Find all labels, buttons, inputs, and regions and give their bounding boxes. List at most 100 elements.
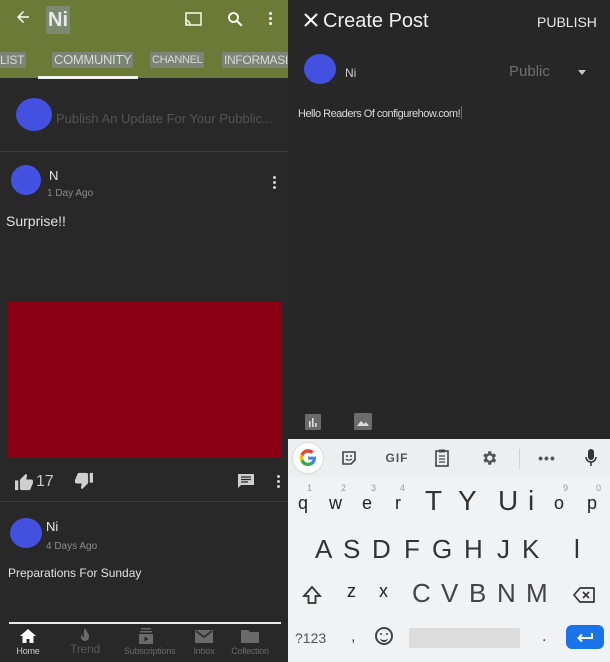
text-cursor xyxy=(461,106,463,119)
key-c[interactable]: C xyxy=(412,578,431,609)
tab-channel[interactable]: CHANNEL xyxy=(150,52,205,68)
avatar[interactable] xyxy=(10,518,42,548)
clipboard-icon xyxy=(435,449,449,467)
emoji-key[interactable] xyxy=(375,627,393,645)
post-text-input[interactable]: Hello Readers Of configurehow.com! xyxy=(298,106,463,120)
key-z[interactable]: z xyxy=(347,581,356,602)
key-f[interactable]: F xyxy=(404,534,420,565)
add-image-button[interactable] xyxy=(354,413,372,430)
nav-label: Home xyxy=(16,646,40,656)
key-hint: 1 xyxy=(307,483,313,493)
nav-subscriptions[interactable]: Subscriptions xyxy=(124,628,176,656)
thumbs-up-icon xyxy=(15,473,33,491)
add-poll-button[interactable] xyxy=(305,414,321,430)
key-g[interactable]: G xyxy=(432,534,452,565)
post-image[interactable] xyxy=(8,302,282,458)
key-hint: 3 xyxy=(371,483,377,493)
key-y[interactable]: Y xyxy=(458,485,477,517)
clipboard-button[interactable] xyxy=(434,446,450,470)
key-n[interactable]: N xyxy=(497,578,516,609)
nav-home[interactable]: Home xyxy=(10,628,46,656)
key-b[interactable]: B xyxy=(469,578,486,609)
sticker-button[interactable] xyxy=(340,446,358,470)
gif-button[interactable]: GIF xyxy=(383,446,411,470)
settings-button[interactable] xyxy=(479,446,499,470)
google-search-button[interactable] xyxy=(293,443,323,473)
post-author[interactable]: N xyxy=(49,168,58,183)
space-key[interactable] xyxy=(409,628,520,648)
nav-inbox[interactable]: Inbox xyxy=(193,628,215,656)
more-vert-icon[interactable] xyxy=(266,10,274,30)
image-icon xyxy=(357,421,369,426)
visibility-dropdown[interactable]: Public xyxy=(509,63,589,81)
search-icon xyxy=(228,12,243,27)
nav-label: Inbox xyxy=(193,646,215,656)
key-label: o xyxy=(554,493,565,513)
like-button[interactable]: 17 xyxy=(14,472,54,492)
comment-button[interactable] xyxy=(237,473,255,489)
avatar xyxy=(16,98,52,131)
nav-trend[interactable]: Trend xyxy=(62,628,108,656)
key-x[interactable]: x xyxy=(379,581,388,602)
key-s[interactable]: S xyxy=(343,534,360,565)
key-w[interactable]: w2 xyxy=(329,483,346,514)
key-j[interactable]: J xyxy=(497,534,510,565)
tab-community[interactable]: COMMUNITY xyxy=(52,52,134,68)
tab-list[interactable]: LIST xyxy=(0,52,27,68)
post-author[interactable]: Ni xyxy=(46,519,58,534)
key-k[interactable]: K xyxy=(522,534,539,565)
cast-button[interactable] xyxy=(184,12,202,26)
enter-key[interactable] xyxy=(566,625,604,649)
more-button[interactable]: ••• xyxy=(536,446,558,470)
post-text: Preparations For Sunday xyxy=(8,566,142,580)
comma-key[interactable]: , xyxy=(351,628,355,646)
publish-button[interactable]: PUBLISH xyxy=(537,14,597,30)
channel-title: Ni xyxy=(46,6,70,34)
nav-collection[interactable]: Collection xyxy=(224,628,276,656)
key-l[interactable]: l xyxy=(574,534,580,565)
avatar xyxy=(304,54,336,84)
dislike-button[interactable] xyxy=(74,472,96,492)
nav-label: Trend xyxy=(70,642,100,656)
post-menu-button[interactable] xyxy=(271,175,277,191)
period-key[interactable]: . xyxy=(542,628,546,646)
app-bar: Ni LIST COMMUNITY CHANNEL INFORMASI xyxy=(0,0,288,79)
key-h[interactable]: H xyxy=(464,534,483,565)
key-r[interactable]: r4 xyxy=(395,483,405,514)
tab-informasi[interactable]: INFORMASI xyxy=(222,52,288,68)
key-label: w xyxy=(329,493,342,513)
key-m[interactable]: M xyxy=(526,578,548,609)
key-a[interactable]: A xyxy=(315,534,332,565)
key-hint: 2 xyxy=(340,483,346,493)
key-p[interactable]: p0 xyxy=(587,483,601,514)
close-icon xyxy=(304,13,318,27)
back-button[interactable] xyxy=(12,8,34,32)
create-post-screen: Create Post PUBLISH Ni Public Hello Read… xyxy=(288,0,610,662)
post-actions: 17 xyxy=(0,468,288,496)
key-i[interactable]: i xyxy=(528,485,534,517)
close-button[interactable] xyxy=(304,10,320,32)
key-d[interactable]: D xyxy=(372,534,391,565)
avatar[interactable] xyxy=(11,165,41,195)
keyboard-toolbar: GIF ••• xyxy=(288,439,610,477)
voice-input-button[interactable] xyxy=(584,446,598,470)
key-label: p xyxy=(587,493,598,513)
key-t[interactable]: T xyxy=(425,485,442,517)
key-u[interactable]: U xyxy=(498,485,518,517)
nav-label: Subscriptions xyxy=(124,646,176,656)
post-composer[interactable]: Publish An Update For Your Pubblic... xyxy=(0,78,288,152)
post-author-row: Ni Public xyxy=(288,46,610,94)
key-o[interactable]: o9 xyxy=(554,483,568,514)
backspace-key[interactable] xyxy=(573,587,595,603)
composer-placeholder[interactable]: Publish An Update For Your Pubblic... xyxy=(56,111,288,126)
search-button[interactable] xyxy=(226,10,244,28)
symbols-key[interactable]: ?123 xyxy=(295,630,326,646)
key-e[interactable]: e3 xyxy=(362,483,376,514)
poll-icon xyxy=(309,418,317,427)
google-icon xyxy=(299,449,316,467)
key-q[interactable]: q1 xyxy=(298,483,312,514)
post-menu-button[interactable] xyxy=(275,474,281,490)
subscriptions-icon xyxy=(139,628,153,644)
key-v[interactable]: V xyxy=(441,578,458,609)
shift-key[interactable] xyxy=(301,585,323,605)
